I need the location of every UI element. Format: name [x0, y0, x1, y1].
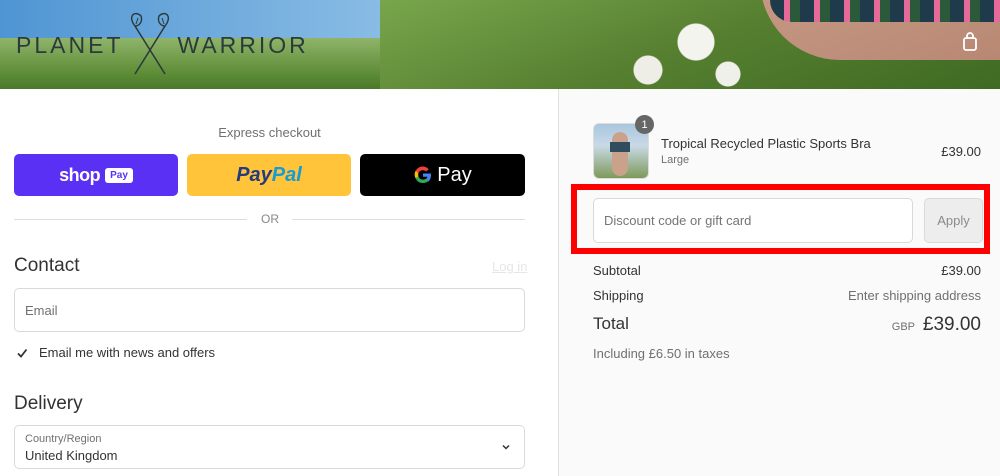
contact-heading: Contact	[14, 255, 80, 276]
order-summary: 1 Tropical Recycled Plastic Sports Bra L…	[558, 89, 1000, 476]
paypal-part2: Pal	[271, 163, 302, 186]
thumbnail-figure	[612, 132, 628, 176]
paypal-button[interactable]: PayPal	[187, 154, 351, 196]
discount-code-field[interactable]	[593, 198, 913, 243]
shop-pay-pill: Pay	[105, 167, 133, 183]
email-input[interactable]	[15, 289, 524, 331]
shop-pay-button[interactable]: shop Pay	[14, 154, 178, 196]
discount-code-input[interactable]	[594, 199, 912, 242]
store-logo[interactable]: PLANET WARRIOR	[16, 12, 309, 78]
total-currency: GBP	[891, 321, 915, 333]
google-g-icon	[414, 166, 432, 184]
country-value: United Kingdom	[25, 448, 118, 463]
header-banner: PLANET WARRIOR	[0, 0, 1000, 89]
or-divider-left	[14, 219, 247, 220]
subtotal-label: Subtotal	[593, 263, 641, 278]
or-separator: OR	[261, 212, 279, 226]
logo-text-left: PLANET	[16, 31, 124, 58]
product-variant: Large	[661, 154, 690, 166]
banner-flowers	[600, 10, 760, 89]
quantity-badge: 1	[635, 115, 654, 134]
country-label: Country/Region	[25, 433, 102, 445]
shipping-label: Shipping	[593, 288, 644, 303]
paypal-part1: Pay	[236, 163, 272, 186]
subtotal-value: £39.00	[941, 263, 981, 278]
shipping-value: Enter shipping address	[848, 288, 981, 303]
newsletter-checkbox[interactable]	[14, 345, 29, 360]
logo-text-right: WARRIOR	[177, 31, 309, 58]
login-link[interactable]: Log in	[492, 259, 527, 274]
newsletter-option[interactable]: Email me with news and offers	[14, 345, 215, 360]
express-checkout-title: Express checkout	[218, 125, 321, 140]
checkmark-icon	[16, 348, 27, 358]
total-label: Total	[593, 314, 629, 333]
apply-discount-button[interactable]: Apply	[924, 198, 983, 243]
delivery-heading: Delivery	[14, 393, 83, 414]
shopping-bag-icon[interactable]	[960, 32, 980, 52]
google-pay-button[interactable]: Pay	[360, 154, 525, 196]
total-value: £39.00	[922, 314, 981, 335]
checkout-form-column: Express checkout shop Pay PayPal Pay OR …	[0, 89, 558, 476]
email-field[interactable]	[14, 288, 525, 332]
paypal-logo: PayPal	[236, 164, 302, 187]
chevron-down-icon	[502, 444, 510, 450]
thumbnail-garment	[610, 142, 630, 152]
or-divider-right	[292, 219, 525, 220]
newsletter-label: Email me with news and offers	[39, 345, 216, 360]
country-select[interactable]: Country/Region United Kingdom	[14, 425, 525, 469]
crossed-leaves-icon	[131, 12, 170, 75]
shop-pay-word: shop	[59, 164, 101, 185]
taxes-note: Including £6.50 in taxes	[593, 346, 730, 361]
product-name: Tropical Recycled Plastic Sports Bra	[661, 136, 871, 151]
product-price: £39.00	[941, 144, 981, 159]
banner-garment-pattern	[770, 0, 1000, 22]
google-pay-word: Pay	[437, 163, 472, 186]
